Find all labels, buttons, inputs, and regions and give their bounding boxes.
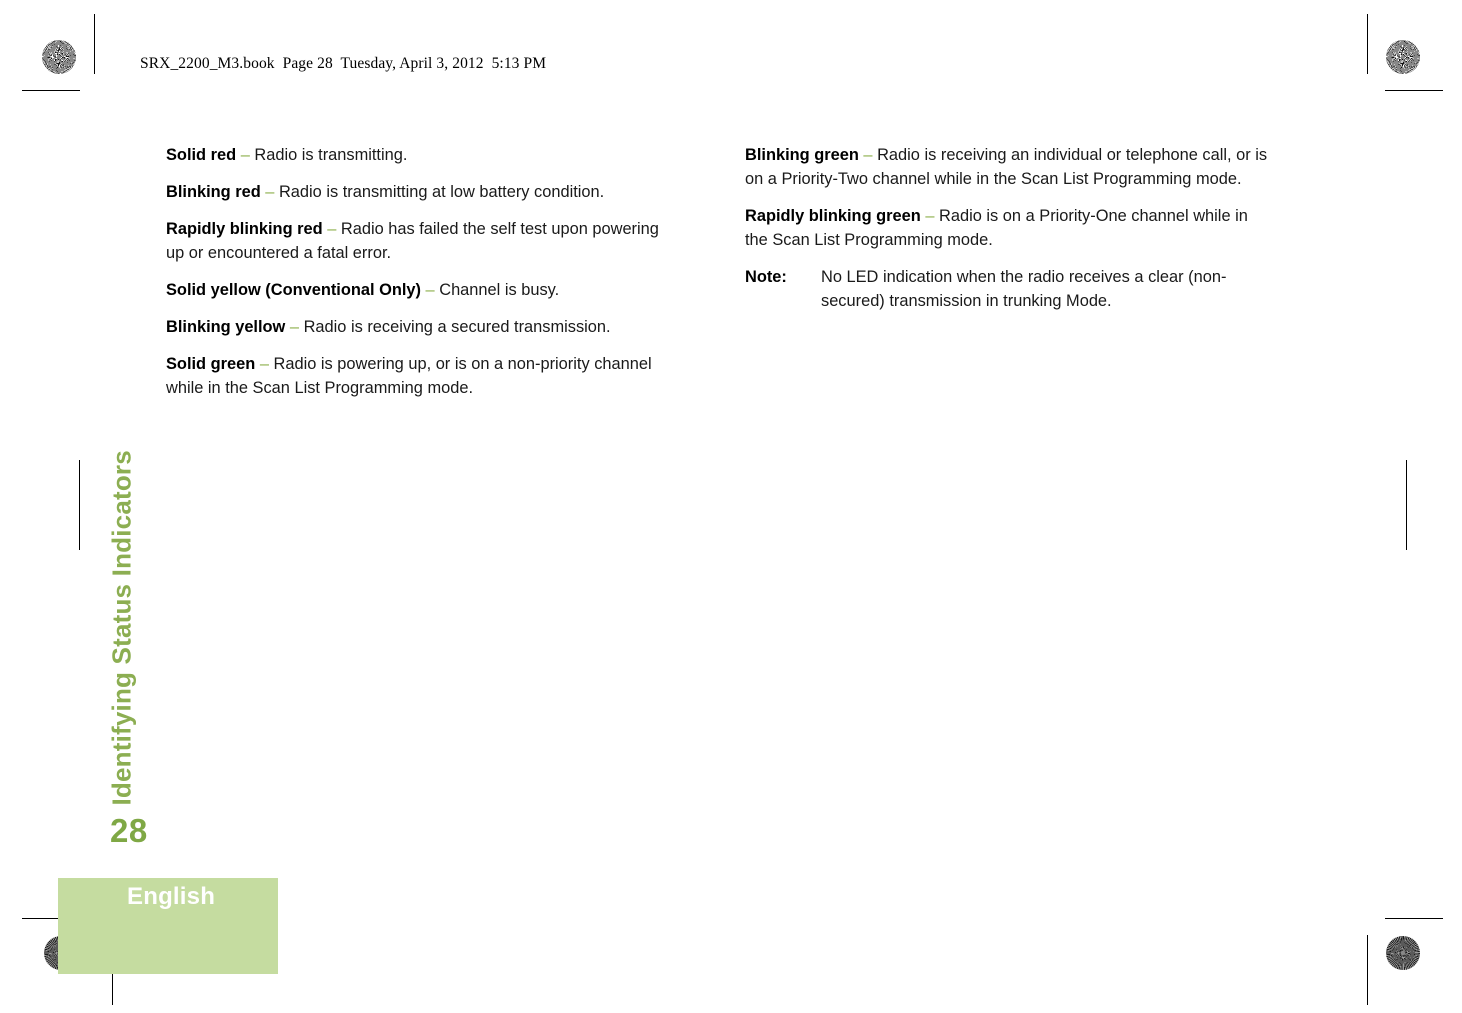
registration-crosshair-left-upper [39, 96, 79, 136]
right-text-column: Blinking green – Radio is receiving an i… [745, 143, 1273, 313]
en-dash: – [425, 281, 435, 299]
trim-line-lower-right-horizontal [1385, 918, 1443, 920]
trim-line-upper-left-horizontal [22, 90, 80, 92]
book-slug-line: SRX_2200_M3.book Page 28 Tuesday, April … [140, 55, 547, 72]
trim-line-left-middle-vertical [79, 460, 81, 550]
indicator-description: Radio is receiving a secured transmissio… [303, 318, 611, 336]
indicator-term: Rapidly blinking green [745, 207, 921, 225]
en-dash: – [863, 146, 873, 164]
language-label: English [127, 883, 216, 910]
indicator-term: Solid green [166, 355, 256, 373]
trim-line-bottom-right-vertical [1367, 935, 1369, 1005]
en-dash: – [327, 220, 337, 238]
registration-crosshair-right-upper [1385, 96, 1425, 136]
note-text: No LED indication when the radio receive… [821, 268, 1227, 310]
left-text-column: Solid red – Radio is transmitting. Blink… [166, 143, 680, 400]
registration-crosshair-bottom-right-upper [1385, 874, 1425, 914]
trim-line-top-right-vertical [1367, 14, 1369, 74]
indicator-term: Blinking green [745, 146, 859, 164]
indicator-term: Rapidly blinking red [166, 220, 323, 238]
indicator-entry: Solid green – Radio is powering up, or i… [166, 352, 680, 400]
indicator-term: Solid red [166, 146, 237, 164]
indicator-entry: Rapidly blinking red – Radio has failed … [166, 217, 680, 265]
en-dash: – [240, 146, 250, 164]
registration-rosette-bottom-right [1386, 936, 1420, 970]
indicator-term: Blinking yellow [166, 318, 286, 336]
running-side-heading: Identifying Status Indicators [106, 450, 137, 806]
en-dash: – [259, 355, 269, 373]
page-number: 28 [110, 812, 148, 849]
trim-line-upper-right-horizontal [1385, 90, 1443, 92]
trim-line-top-left-vertical [94, 14, 96, 74]
indicator-term: Blinking red [166, 183, 261, 201]
indicator-description: Channel is busy. [439, 281, 560, 299]
note-block: Note: No LED indication when the radio re… [745, 265, 1273, 313]
indicator-entry: Blinking green – Radio is receiving an i… [745, 143, 1273, 191]
trim-line-right-middle-vertical [1406, 460, 1408, 550]
registration-crosshair-bottom-center [712, 935, 752, 975]
page-canvas: SRX_2200_M3.book Page 28 Tuesday, April … [0, 0, 1462, 1013]
note-label: Note: [745, 268, 787, 286]
registration-rosette-top-right [1386, 40, 1420, 74]
indicator-entry: Solid red – Radio is transmitting. [166, 143, 680, 167]
indicator-description: Radio is transmitting at low battery con… [278, 183, 605, 201]
registration-rosette-top-left [42, 40, 76, 74]
indicator-entry: Blinking yellow – Radio is receiving a s… [166, 315, 680, 339]
indicator-term: Solid yellow (Conventional Only) [166, 281, 421, 299]
registration-crosshair-top-right-inner [1329, 41, 1369, 81]
en-dash: – [289, 318, 299, 336]
registration-crosshair-bottom-right-inner [1329, 935, 1369, 975]
indicator-description: Radio is transmitting. [254, 146, 408, 164]
indicator-entry: Rapidly blinking green – Radio is on a P… [745, 204, 1273, 252]
indicator-entry: Blinking red – Radio is transmitting at … [166, 180, 680, 204]
indicator-entry: Solid yellow (Conventional Only) – Chann… [166, 278, 680, 302]
registration-crosshair-top-left-inner [93, 41, 133, 81]
